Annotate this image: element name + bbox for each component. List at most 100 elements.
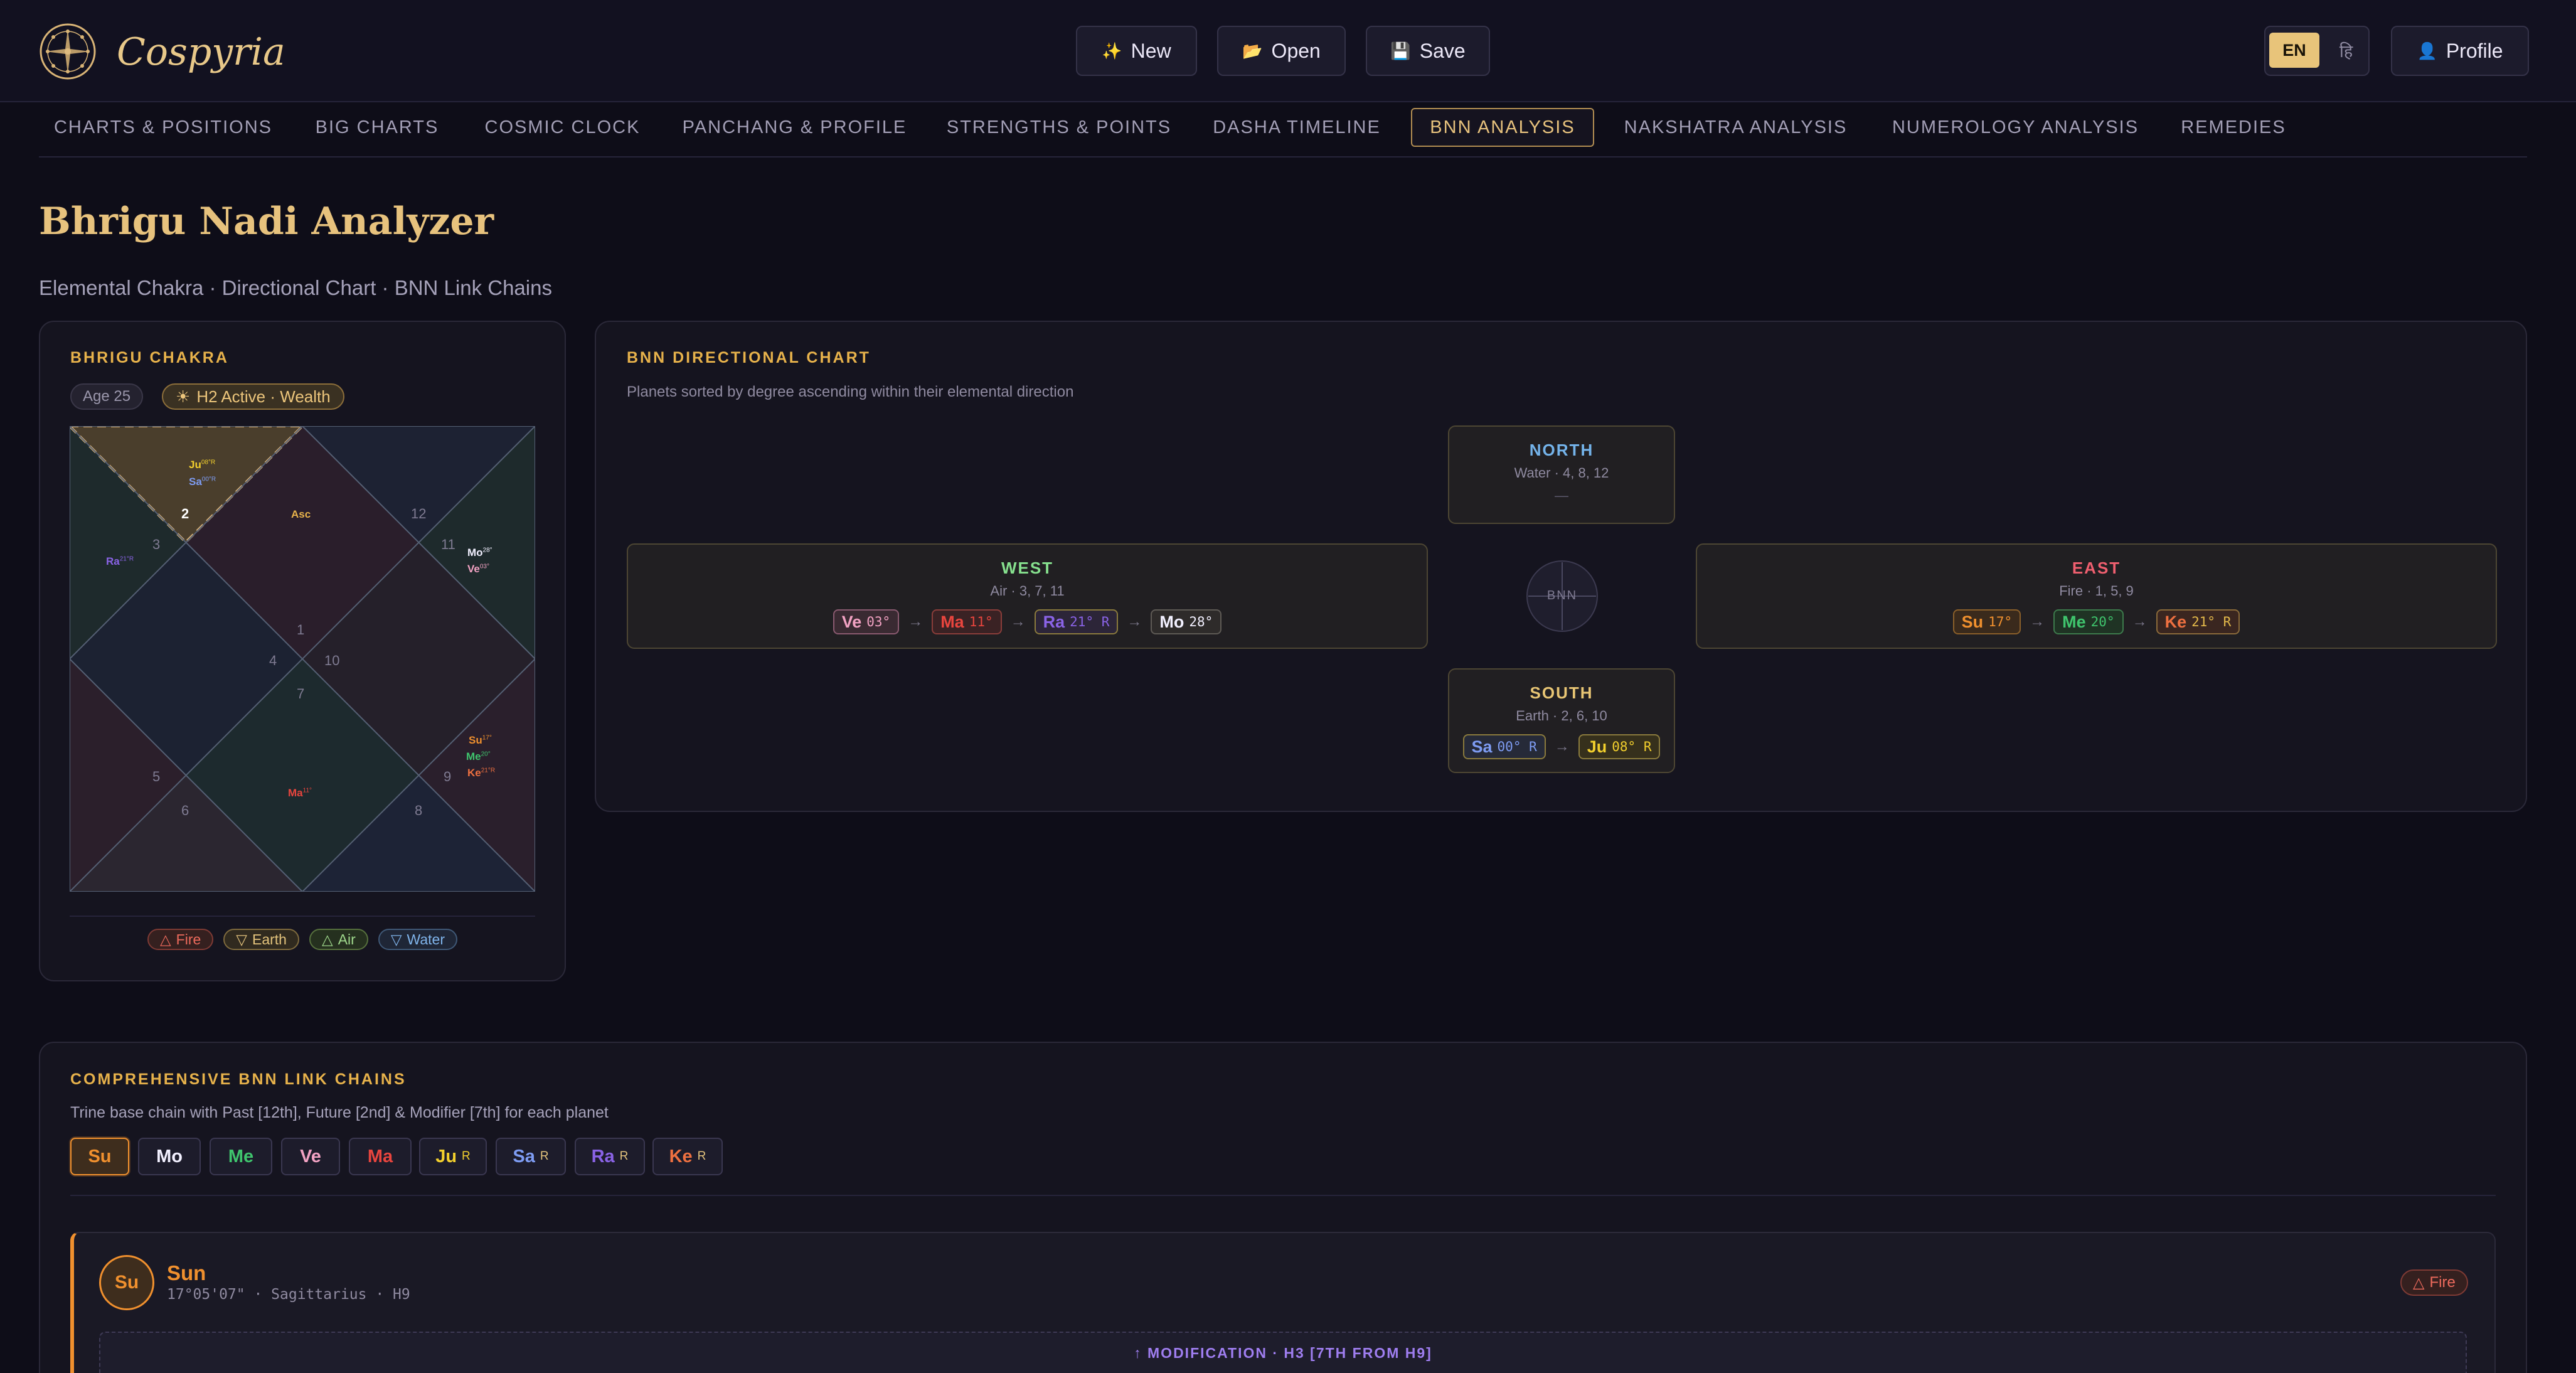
legend-fire: △ Fire (147, 929, 214, 950)
arrow-right-icon: → (1554, 738, 1570, 755)
tab-bnn-analysis[interactable]: BNN ANALYSIS (1411, 108, 1594, 147)
sun-dot-icon: ☀ (176, 387, 191, 406)
east-planet-me[interactable]: Me 20° (2053, 609, 2124, 634)
west-title: WEST (1001, 558, 1054, 577)
fire-triangle-icon: △ (2413, 1274, 2425, 1291)
active-house-label: H2 Active · Wealth (196, 387, 331, 406)
chakra-planet-ve: Ve03° (467, 563, 489, 575)
east-planet-ke[interactable]: Ke 21° R (2156, 609, 2240, 634)
legend-air: △ Air (309, 929, 368, 950)
tab-cosmic-clock[interactable]: COSMIC CLOCK (474, 108, 651, 147)
house-number-11: 11 (441, 537, 455, 552)
south-planet-ju[interactable]: Ju 08° R (1578, 734, 1661, 759)
fire-triangle-icon: △ (159, 931, 171, 948)
chakra-legend: △ Fire ▽ Earth △ Air ▽ Water (70, 929, 535, 950)
link-chains-heading: COMPREHENSIVE BNN LINK CHAINS (70, 1071, 407, 1088)
app-header: Cospyria ✨ New 📂 Open 💾 Save EN हि 👤 Pro… (0, 0, 2576, 102)
water-triangle-icon: ▽ (390, 931, 402, 948)
tab-big-charts[interactable]: BIG CHARTS (306, 108, 448, 147)
planet-selector-su[interactable]: Su (70, 1138, 129, 1175)
house-number-1: 1 (297, 622, 305, 638)
chains-divider (70, 1195, 2496, 1196)
west-planet-ve[interactable]: Ve 03° (833, 609, 900, 634)
direction-north: NORTH Water · 4, 8, 12 — (1448, 425, 1675, 524)
app-name: Cospyria (117, 30, 285, 74)
save-button-label: Save (1419, 39, 1466, 62)
element-badge-label: Fire (2429, 1274, 2456, 1291)
new-button-label: New (1131, 39, 1171, 62)
bnn-compass-icon: BNN (1526, 560, 1599, 633)
page-title: Bhrigu Nadi Analyzer (39, 200, 494, 243)
west-planet-ma[interactable]: Ma 11° (932, 609, 1002, 634)
arrow-right-icon: → (2030, 613, 2045, 630)
planet-selector-mo[interactable]: Mo (138, 1138, 201, 1175)
house-number-2: 2 (181, 506, 189, 521)
planet-selector-ju[interactable]: Ju R (419, 1138, 487, 1175)
modification-label: ↑ MODIFICATION · H3 [7TH FROM H9] (1134, 1345, 1432, 1361)
active-house-badge: ☀ H2 Active · Wealth (162, 383, 344, 410)
arrow-right-icon: → (2132, 613, 2148, 630)
age-badge: Age 25 (70, 383, 144, 410)
house-number-8: 8 (415, 803, 423, 818)
chakra-heading: BHRIGU CHAKRA (70, 349, 229, 366)
floppy-icon: 💾 (1390, 41, 1411, 60)
bhrigu-chakra-chart: 1 2 3 4 5 6 7 8 9 10 11 12 Asc Ju08°R Sa… (70, 426, 535, 892)
planet-selector-ra[interactable]: Ra R (575, 1138, 645, 1175)
directional-heading: BNN DIRECTIONAL CHART (627, 349, 871, 366)
compass-wheel-icon[interactable] (39, 23, 97, 80)
profile-button[interactable]: 👤 Profile (2391, 26, 2529, 76)
new-button[interactable]: ✨ New (1076, 26, 1197, 76)
tab-nakshatra-analysis[interactable]: NAKSHATRA ANALYSIS (1617, 108, 1855, 147)
tabs-divider (39, 156, 2527, 158)
chakra-asc-label: Asc (291, 508, 311, 520)
planet-selector-ma[interactable]: Ma (349, 1138, 412, 1175)
planet-detail-position: 17°05'07" · Sagittarius · H9 (167, 1286, 410, 1303)
direction-west: WEST Air · 3, 7, 11 Ve 03° → Ma 11° → Ra 21… (627, 543, 1428, 649)
user-icon: 👤 (2417, 41, 2437, 60)
legend-earth: ▽ Earth (223, 929, 299, 950)
north-subtitle: Water · 4, 8, 12 (1514, 465, 1609, 481)
save-button[interactable]: 💾 Save (1366, 26, 1490, 76)
direction-south: SOUTH Earth · 2, 6, 10 Sa 00° R → Ju 08° R (1448, 668, 1675, 773)
open-button[interactable]: 📂 Open (1217, 26, 1346, 76)
west-planet-mo[interactable]: Mo 28° (1151, 609, 1222, 634)
tab-strengths-points[interactable]: STRENGTHS & POINTS (937, 108, 1181, 147)
house-number-9: 9 (444, 769, 452, 784)
house-number-3: 3 (152, 537, 161, 552)
tab-panchang-profile[interactable]: PANCHANG & PROFILE (678, 108, 912, 147)
language-hi-button[interactable]: हि (2329, 33, 2363, 68)
bnn-center-label: BNN (1546, 589, 1578, 602)
house-number-12: 12 (411, 506, 427, 521)
element-badge: △ Fire (2400, 1269, 2468, 1296)
direction-east: EAST Fire · 1, 5, 9 Su 17° → Me 20° → Ke 21… (1696, 543, 2497, 649)
south-planet-sa[interactable]: Sa 00° R (1462, 734, 1546, 759)
south-subtitle: Earth · 2, 6, 10 (1516, 708, 1607, 724)
profile-button-label: Profile (2446, 39, 2503, 62)
south-title: SOUTH (1530, 683, 1594, 702)
west-planet-ra[interactable]: Ra 21° R (1034, 609, 1119, 634)
house-number-6: 6 (181, 803, 189, 818)
planet-detail-name: Sun (167, 1261, 206, 1285)
house-number-4: 4 (269, 653, 277, 668)
tab-charts-positions[interactable]: CHARTS & POSITIONS (44, 108, 282, 147)
house-number-10: 10 (324, 653, 340, 668)
chakra-planet-ju: Ju08°R (189, 459, 216, 471)
east-title: EAST (2072, 558, 2121, 577)
house-number-5: 5 (152, 769, 161, 784)
language-en-button[interactable]: EN (2269, 33, 2319, 68)
planet-selector-me[interactable]: Me (210, 1138, 272, 1175)
north-empty: — (1555, 488, 1568, 503)
tab-remedies[interactable]: REMEDIES (2171, 108, 2296, 147)
planet-selector-ve[interactable]: Ve (281, 1138, 340, 1175)
chakra-planet-sa: Sa00°R (189, 476, 216, 488)
planet-selector-ke[interactable]: Ke R (652, 1138, 723, 1175)
west-subtitle: Air · 3, 7, 11 (990, 583, 1065, 599)
planet-selector-sa[interactable]: Sa R (496, 1138, 566, 1175)
link-chains-subtitle: Trine base chain with Past [12th], Futur… (70, 1104, 609, 1121)
tab-numerology-analysis[interactable]: NUMEROLOGY ANALYSIS (1882, 108, 2149, 147)
north-title: NORTH (1529, 441, 1594, 459)
sparkles-icon: ✨ (1102, 41, 1122, 60)
tab-dasha-timeline[interactable]: DASHA TIMELINE (1206, 108, 1388, 147)
east-planet-su[interactable]: Su 17° (1952, 609, 2021, 634)
arrow-right-icon: → (1010, 613, 1026, 630)
